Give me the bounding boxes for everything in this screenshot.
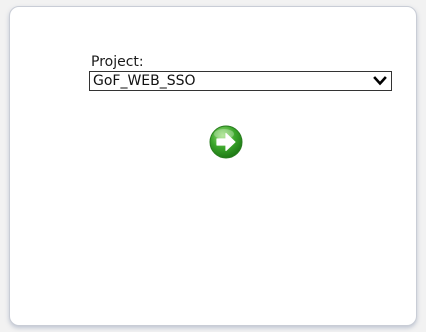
login-panel: Project: GoF_WEB_SSO <box>9 6 417 326</box>
project-select[interactable]: GoF_WEB_SSO <box>89 71 392 91</box>
project-label: Project: <box>91 54 144 70</box>
chevron-down-icon <box>373 76 387 86</box>
project-select-value: GoF_WEB_SSO <box>93 73 196 89</box>
go-arrow-button[interactable] <box>209 125 243 159</box>
